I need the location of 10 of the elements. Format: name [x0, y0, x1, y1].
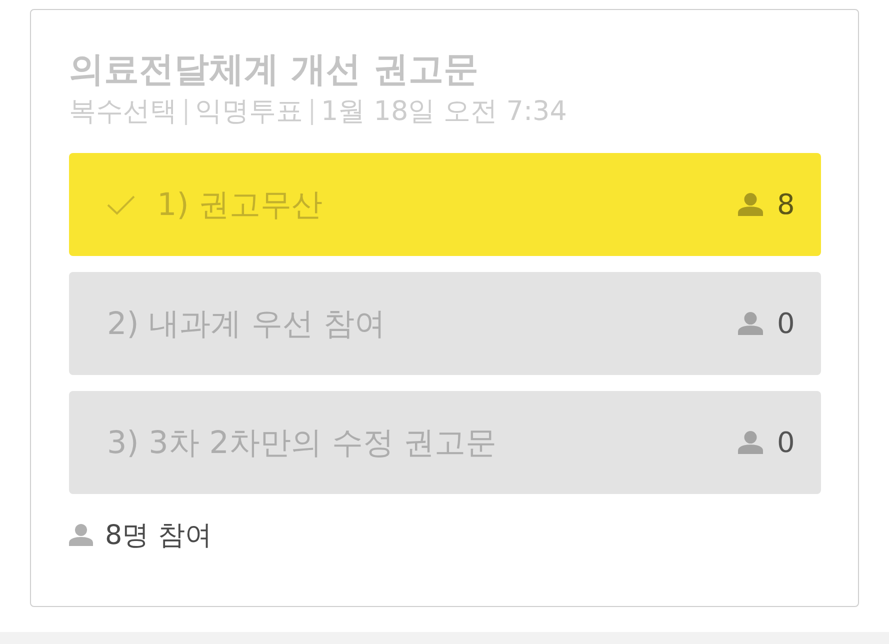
poll-title: 의료전달체계 개선 권고문: [69, 49, 480, 92]
person-icon: [69, 524, 93, 546]
person-icon: [738, 312, 763, 335]
person-icon: [738, 193, 763, 216]
participant-count: 8명 참여: [105, 519, 212, 553]
check-icon: [107, 194, 135, 214]
person-icon: [738, 431, 763, 454]
vote-count: 0: [777, 426, 796, 459]
vote-count: 0: [777, 307, 796, 340]
vote-count: 8: [777, 188, 796, 221]
